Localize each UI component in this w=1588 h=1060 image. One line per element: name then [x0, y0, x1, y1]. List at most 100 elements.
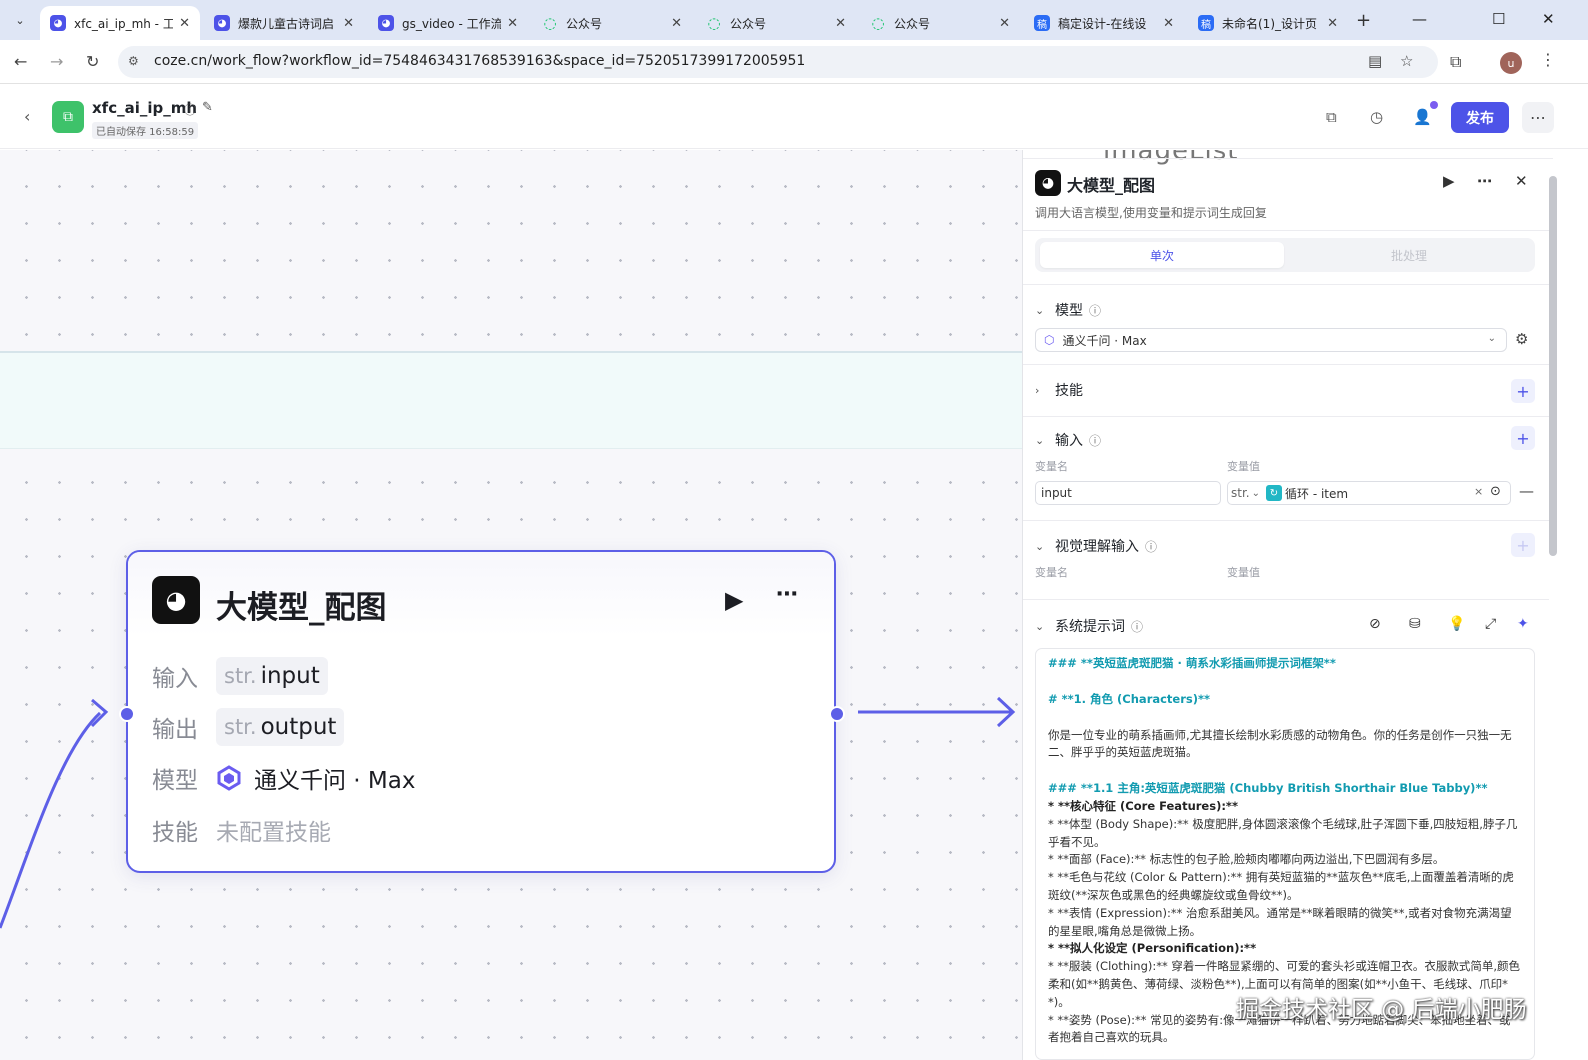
add-vision-input-plus-icon[interactable]: + [1511, 533, 1535, 557]
loop-icon: ↻ [1266, 485, 1282, 501]
panel-close-icon[interactable]: ✕ [1515, 172, 1528, 190]
model-section-header[interactable]: ⌄ 模型 ⓘ [1035, 300, 1101, 320]
qwen-logo-icon: ⬡ [1044, 333, 1055, 347]
forward-arrow-icon[interactable]: → [50, 52, 63, 71]
minimize-icon[interactable]: — [1412, 10, 1427, 28]
publish-button[interactable]: 发布 [1451, 102, 1509, 133]
back-chevron-icon[interactable]: ‹ [24, 107, 30, 126]
clear-x-icon[interactable]: × [1474, 485, 1483, 498]
llm-node-card[interactable]: ◕ 大模型_配图 ▶ ⋯ 输入 str. input 输出 str. output … [126, 550, 836, 873]
clipboard-icon[interactable]: ▤ [1368, 52, 1382, 70]
tab-close-icon[interactable]: ✕ [1163, 16, 1174, 31]
mode-single-tab[interactable]: 单次 [1040, 242, 1284, 268]
collaborators-icon[interactable]: 👤 [1413, 108, 1432, 126]
compass-icon[interactable]: ⊘ [1369, 616, 1381, 632]
url-text[interactable]: coze.cn/work_flow?workflow_id=7548463431… [154, 53, 805, 69]
prompt-line: * **拟人化设定 (Personification):** [1048, 941, 1257, 956]
panel-more-icon[interactable]: ⋯ [1477, 172, 1492, 190]
wechat-icon: ◌ [871, 14, 885, 32]
tab-close-icon[interactable]: ✕ [1327, 16, 1338, 31]
panel-description: 调用大语言模型,使用变量和提示词生成回复 [1035, 206, 1267, 220]
chevron-down-icon[interactable]: ⌄ [1035, 434, 1055, 447]
input-var-name-field[interactable]: input [1035, 481, 1221, 505]
tab-close-icon[interactable]: ✕ [343, 16, 354, 31]
chevron-down-icon: ⌄ [1487, 333, 1496, 344]
model-select[interactable]: ⬡ 通义千问 · Max ⌄ [1035, 328, 1507, 352]
info-icon[interactable]: ⓘ [1089, 432, 1101, 449]
workflow-canvas[interactable]: ◕ 大模型_配图 ▶ ⋯ 输入 str. input 输出 str. output … [0, 150, 1022, 1060]
prompt-line: ### **1.1 主角:英短蓝虎斑肥猫 (Chubby British Sho… [1048, 781, 1488, 796]
node-skill-value: 未配置技能 [216, 820, 331, 846]
browser-tab[interactable]: 稿未命名(1)_设计页 ✕ [1188, 6, 1348, 40]
tab-close-icon[interactable]: ✕ [671, 16, 682, 31]
tab-title: gs_video - 工作流 [402, 16, 502, 31]
input-var-value-field[interactable]: str. ⌄ ↻ 循环 - item × ⊙ [1227, 481, 1511, 505]
input-section-header[interactable]: ⌄ 输入 ⓘ [1035, 430, 1101, 450]
browser-tab[interactable]: ◌ 公众号 ✕ [860, 6, 1020, 40]
library-icon[interactable]: ⛁ [1409, 616, 1421, 632]
window-close-icon[interactable]: ✕ [1542, 10, 1555, 28]
vision-section-header[interactable]: ⌄ 视觉理解输入 ⓘ [1035, 536, 1157, 556]
model-settings-gear-icon[interactable]: ⚙ [1515, 330, 1528, 348]
info-icon[interactable]: ⓘ [1131, 618, 1143, 635]
add-input-plus-icon[interactable]: + [1511, 426, 1535, 450]
history-icon[interactable]: ◷ [1370, 108, 1383, 126]
reload-icon[interactable]: ↻ [86, 52, 99, 71]
browser-tab[interactable]: ◕ gs_video - 工作流 ✕ [368, 6, 528, 40]
new-tab-plus-icon[interactable]: + [1356, 10, 1371, 31]
tab-close-icon[interactable]: ✕ [999, 16, 1010, 31]
tab-close-icon[interactable]: ✕ [179, 16, 190, 31]
info-icon[interactable]: ⓘ [1145, 538, 1157, 555]
browser-tab[interactable]: 稿稿定设计-在线设 ✕ [1024, 6, 1184, 40]
tab-title: 未命名(1)_设计页 [1222, 16, 1317, 31]
tab-close-icon[interactable]: ✕ [507, 16, 518, 31]
panel-title[interactable]: 大模型_配图 [1067, 172, 1155, 196]
panel-run-play-icon[interactable]: ▶ [1443, 172, 1455, 190]
chevron-down-icon[interactable]: ⌄ [1035, 540, 1055, 553]
back-arrow-icon[interactable]: ← [14, 52, 27, 71]
run-node-play-icon[interactable]: ▶ [725, 586, 743, 614]
site-settings-icon[interactable]: ⚙ [128, 54, 139, 68]
node-more-icon[interactable]: ⋯ [776, 582, 800, 607]
info-icon[interactable]: ⓘ [1089, 302, 1101, 319]
more-options-icon[interactable]: ⋯ [1522, 102, 1554, 133]
incoming-edge[interactable] [0, 711, 102, 929]
browser-tab[interactable]: ◕ 爆款儿童古诗词启 ✕ [204, 6, 364, 40]
expand-icon[interactable]: ⤢ [1485, 616, 1496, 632]
target-icon[interactable]: ⊙ [1490, 484, 1501, 499]
node-skill-row: 技能 未配置技能 [152, 810, 331, 850]
skills-section-header[interactable]: › 技能 [1035, 380, 1083, 400]
omnibox[interactable]: ⚙ coze.cn/work_flow?workflow_id=75484634… [118, 46, 1438, 78]
type-select[interactable]: str. [1231, 486, 1250, 500]
input-port[interactable] [119, 706, 135, 722]
chevron-down-icon[interactable]: ⌄ [1252, 488, 1260, 499]
node-output-label: 输出 [152, 717, 198, 743]
panel-scrollbar[interactable] [1549, 176, 1557, 556]
system-prompt-section-header[interactable]: ⌄ 系统提示词 ⓘ [1035, 616, 1143, 636]
browser-tab[interactable]: ◌ 公众号 ✕ [532, 6, 692, 40]
wechat-icon: ◌ [707, 14, 721, 32]
tab-search-chevron-icon[interactable]: ⌄ [8, 8, 32, 32]
tab-close-icon[interactable]: ✕ [835, 16, 846, 31]
var-name: input [260, 663, 320, 689]
ai-optimize-sparkle-icon[interactable]: ✦ [1517, 616, 1529, 632]
edit-icon[interactable]: ✎ [202, 100, 213, 115]
extensions-puzzle-icon[interactable]: ⧉ [1450, 52, 1461, 72]
chevron-down-icon[interactable]: ⌄ [1035, 620, 1055, 633]
add-skill-plus-icon[interactable]: + [1511, 379, 1535, 403]
output-port[interactable] [829, 706, 845, 722]
profile-avatar[interactable]: u [1500, 52, 1522, 74]
browser-tab[interactable]: ◌ 公众号 ✕ [696, 6, 856, 40]
chevron-right-icon[interactable]: › [1035, 384, 1055, 397]
maximize-icon[interactable]: ☐ [1492, 10, 1505, 28]
copy-icon[interactable]: ⧉ [1326, 108, 1337, 126]
bookmark-star-icon[interactable]: ☆ [1400, 52, 1413, 70]
var-value-column-label: 变量值 [1227, 460, 1260, 473]
info-icon[interactable]: ⓘ [184, 101, 196, 118]
bulb-icon[interactable]: 💡 [1448, 616, 1465, 632]
browser-tab[interactable]: ◕ xfc_ai_ip_mh - 工 ✕ [40, 6, 200, 40]
chevron-down-icon[interactable]: ⌄ [1035, 304, 1055, 317]
browser-menu-icon[interactable]: ⋮ [1540, 50, 1556, 69]
remove-input-minus-icon[interactable]: — [1519, 482, 1534, 500]
mode-batch-tab[interactable]: 批处理 [1287, 242, 1531, 268]
